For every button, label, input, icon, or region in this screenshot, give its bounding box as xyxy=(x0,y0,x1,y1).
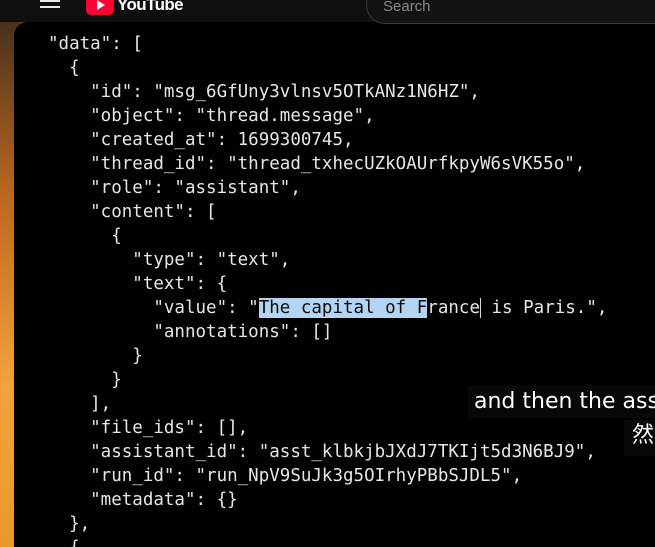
code-line: "thread_id": "thread_txhecUZkOAUrfkpyW6s… xyxy=(48,154,586,174)
youtube-play-icon xyxy=(86,0,114,15)
code-text: "value": " xyxy=(48,298,259,318)
code-line: "type": "text", xyxy=(48,250,291,270)
hamburger-menu-icon[interactable] xyxy=(40,0,62,14)
youtube-top-bar: YouTube xyxy=(0,0,655,24)
code-line: } xyxy=(48,346,143,366)
search-input[interactable] xyxy=(381,0,635,16)
code-line: "data": [ xyxy=(48,34,143,54)
code-text: rance xyxy=(427,298,480,318)
code-line-selected[interactable]: "value": "The capital of France is Paris… xyxy=(48,296,607,320)
subtitle-chinese: 然 xyxy=(624,420,655,456)
screen: YouTube "data": [ { "id": "msg_6GfUny3vl… xyxy=(0,0,655,547)
code-line: "assistant_id": "asst_klbkjbJXdJ7TKIjt5d… xyxy=(48,442,596,462)
youtube-logo-text: YouTube xyxy=(117,0,184,14)
code-line: "run_id": "run_NpV9SuJk3g5OIrhyPBbSJDL5"… xyxy=(48,466,523,486)
code-line: "id": "msg_6GfUny3vlnsv5OTkANz1N6HZ", xyxy=(48,82,480,102)
code-line: "object": "thread.message", xyxy=(48,106,375,126)
code-line: "file_ids": [], xyxy=(48,418,249,438)
youtube-logo[interactable]: YouTube xyxy=(86,0,184,16)
code-line: "annotations": [] xyxy=(48,322,333,342)
code-text: is Paris.", xyxy=(480,298,608,318)
code-line: "content": [ xyxy=(48,202,217,222)
code-line: "text": { xyxy=(48,274,228,294)
code-line: { xyxy=(48,226,122,246)
code-line: "role": "assistant", xyxy=(48,178,301,198)
code-line: ], xyxy=(48,394,112,414)
code-editor[interactable]: "data": [ { "id": "msg_6GfUny3vlnsv5OTkA… xyxy=(14,22,655,547)
code-line: }, xyxy=(48,514,91,534)
search-box[interactable] xyxy=(366,0,655,24)
subtitle-english: and then the assi xyxy=(468,386,655,418)
code-line: { xyxy=(48,58,80,78)
text-selection[interactable]: The capital of F xyxy=(258,298,428,318)
code-line: { xyxy=(48,536,80,547)
code-line: "created_at": 1699300745, xyxy=(48,130,354,150)
code-line: } xyxy=(48,370,122,390)
code-line: "metadata": {} xyxy=(48,490,238,510)
